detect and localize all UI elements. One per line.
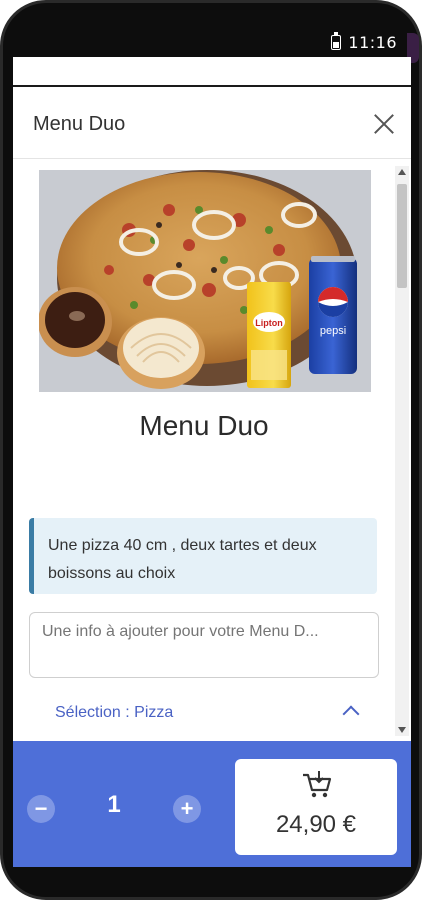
minus-icon[interactable]: − [27, 795, 55, 823]
plus-icon[interactable]: + [173, 795, 201, 823]
selection-pizza-toggle[interactable]: Sélection : Pizza [29, 696, 379, 728]
battery-icon [331, 32, 341, 50]
selection-label: Sélection : Pizza [55, 704, 174, 721]
scroll-down-icon[interactable] [398, 727, 406, 733]
app-screen: Menu Duo Lipton pepsi Menu Duo Une pizza… [13, 57, 411, 867]
cart-bar: − 1 + 24,90 € [13, 741, 411, 867]
close-icon[interactable] [373, 113, 395, 135]
phone-frame: 11:16 Menu Duo Lipton pepsi Menu Duo Une… [0, 0, 422, 900]
top-strip [13, 57, 411, 87]
price-label: 24,90 € [275, 811, 357, 838]
product-name: Menu Duo [139, 410, 269, 441]
status-bar: 11:16 [13, 27, 411, 57]
modal-body[interactable]: Lipton pepsi Menu Duo Une pizza 40 cm , … [13, 160, 411, 740]
drink-label-pepsi: pepsi [320, 325, 346, 337]
modal-title: Menu Duo [33, 113, 126, 135]
cart-icon [303, 771, 332, 798]
drink-label-lipton: Lipton [255, 318, 283, 328]
description-box: Une pizza 40 cm , deux tartes et deux bo… [29, 518, 377, 594]
quantity-value: 1 [107, 791, 121, 818]
scroll-up-icon[interactable] [398, 169, 406, 175]
info-input[interactable] [29, 612, 379, 678]
product-image: Lipton pepsi [39, 170, 371, 392]
scrollbar[interactable] [395, 166, 409, 736]
status-time: 11:16 [348, 33, 397, 52]
scrollbar-thumb[interactable] [397, 184, 407, 288]
chevron-up-icon [342, 705, 360, 723]
modal-header: Menu Duo [13, 89, 411, 159]
add-to-cart-button[interactable]: 24,90 € [235, 759, 397, 855]
product-photo-illustration: Lipton pepsi [39, 170, 371, 392]
